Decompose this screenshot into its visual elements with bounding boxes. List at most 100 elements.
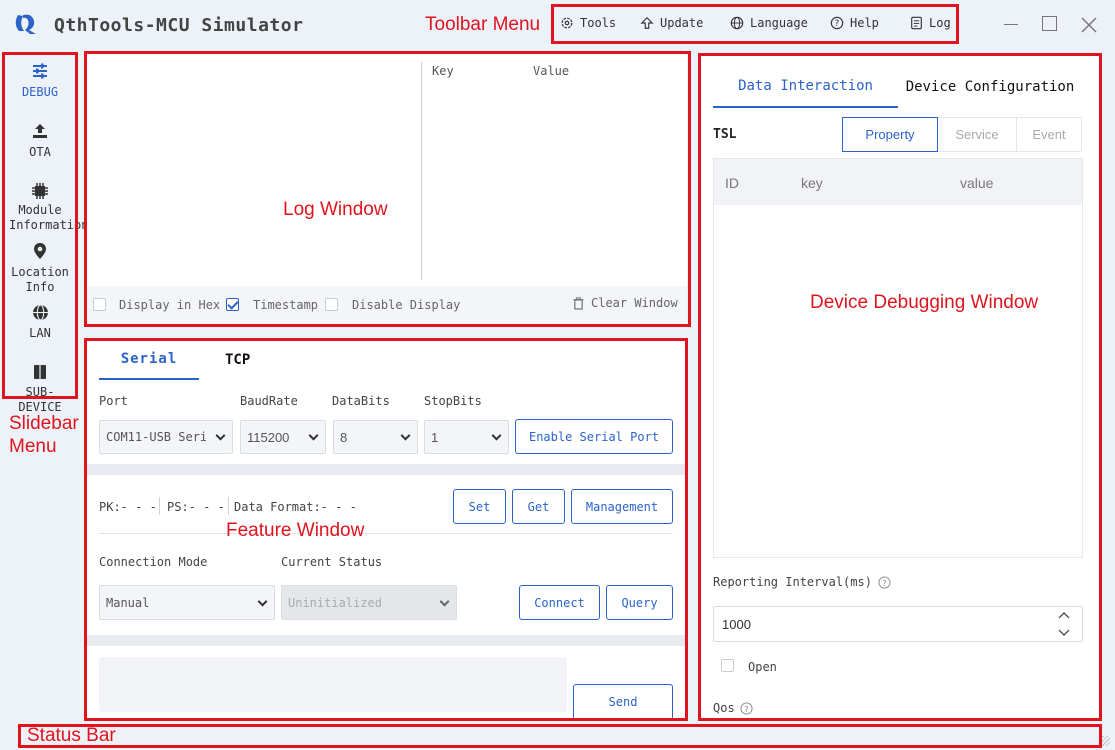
log-output[interactable] [87, 54, 421, 280]
connection-section: PK:- - - PS:- - - Data Format:- - - Set … [87, 475, 685, 635]
toolbar-language[interactable]: Language [730, 16, 808, 30]
log-window: Key Value Display in Hex Timestamp Disab… [87, 54, 687, 324]
port-label: Port [99, 394, 128, 408]
help-circle-icon: ? [878, 575, 891, 589]
sidebar-item-sub-device[interactable]: SUB-DEVICE [4, 364, 76, 415]
globe-icon [730, 16, 744, 30]
display-hex-label: Display in Hex [119, 298, 221, 312]
pk-value: PK:- - - [99, 500, 157, 514]
device-debugging-window: Data Interaction Device Configuration TS… [700, 54, 1100, 719]
tsl-table: ID key value [713, 158, 1083, 558]
stepper-down-icon[interactable] [1057, 627, 1071, 637]
stepper-up-icon[interactable] [1057, 611, 1071, 621]
databits-label: DataBits [332, 394, 390, 408]
minimize-icon [1004, 24, 1018, 25]
col-id: ID [725, 175, 739, 191]
tab-data-interaction[interactable]: Data Interaction [713, 66, 898, 108]
databits-select[interactable]: 8 [333, 420, 418, 454]
connection-mode-label: Connection Mode [99, 555, 208, 569]
chevron-down-icon [400, 430, 411, 441]
connect-button[interactable]: Connect [519, 585, 600, 620]
tab-serial[interactable]: Serial [99, 340, 199, 380]
sidebar-item-label: SUB-DEVICE [18, 385, 62, 414]
reporting-interval-label: Reporting Interval(ms) ? [713, 575, 891, 589]
status-bar [20, 726, 1100, 748]
timestamp-checkbox[interactable] [226, 298, 239, 311]
gear-icon [561, 17, 573, 29]
management-button[interactable]: Management [571, 489, 673, 524]
reporting-interval-input[interactable]: 1000 [713, 606, 1083, 642]
sidebar-item-label: OTA [29, 145, 51, 159]
sidebar-item-lan[interactable]: LAN [4, 304, 76, 341]
disable-display-label: Disable Display [352, 298, 461, 312]
open-label: Open [748, 660, 777, 674]
minimize-button[interactable] [1000, 14, 1024, 34]
open-checkbox[interactable] [721, 659, 734, 672]
tsl-label: TSL [713, 127, 737, 142]
chevron-down-icon [491, 430, 502, 441]
close-button[interactable] [1078, 14, 1100, 36]
data-format-value: Data Format:- - - [234, 500, 357, 514]
baudrate-select[interactable]: 115200 [240, 420, 326, 454]
chevron-down-icon [308, 430, 319, 441]
clear-window-button[interactable]: Clear Window [573, 296, 678, 310]
toolbar-log[interactable]: Log [910, 16, 951, 30]
tab-device-configuration[interactable]: Device Configuration [898, 66, 1082, 108]
divider [159, 497, 160, 515]
chevron-down-icon [257, 596, 268, 607]
query-button[interactable]: Query [606, 585, 673, 620]
divider [99, 533, 673, 534]
upload-icon [33, 124, 47, 138]
tab-tcp[interactable]: TCP [225, 340, 275, 380]
timestamp-label: Timestamp [253, 298, 319, 312]
send-section: Send [87, 646, 685, 720]
table-header: ID key value [714, 159, 1082, 205]
annotation-toolbar-menu: Toolbar Menu [425, 14, 541, 35]
annotation-slidebar-menu: Slidebar Menu [9, 413, 79, 457]
feature-window: Serial TCP Port BaudRate DataBits StopBi… [87, 340, 685, 720]
sidebar-item-label: DEBUG [21, 85, 59, 99]
document-icon [911, 16, 922, 30]
port-select[interactable]: COM11-USB Serial [99, 420, 233, 454]
tab-property[interactable]: Property [842, 117, 938, 152]
send-input[interactable] [99, 657, 567, 712]
annotation-status-bar: Status Bar [27, 725, 116, 746]
send-button[interactable]: Send [573, 684, 673, 720]
location-pin-icon [34, 243, 46, 259]
help-circle-icon: ? [740, 701, 753, 715]
ps-value: PS:- - - [167, 500, 225, 514]
annotation-feature-window: Feature Window [226, 520, 365, 541]
book-icon [34, 365, 46, 379]
display-hex-checkbox[interactable] [93, 298, 106, 311]
log-col-key: Key [432, 64, 454, 78]
get-button[interactable]: Get [512, 489, 565, 524]
toolbar-tools[interactable]: Tools [560, 16, 616, 30]
connection-mode-select[interactable]: Manual [99, 585, 275, 620]
arrow-up-icon [640, 16, 654, 29]
toolbar-update[interactable]: Update [640, 16, 703, 30]
tab-event[interactable]: Event [1017, 117, 1082, 152]
chip-icon [32, 183, 48, 199]
sidebar-item-module-information[interactable]: Module Information [4, 182, 88, 233]
set-button[interactable]: Set [453, 489, 506, 524]
annotation-device-debugging-window: Device Debugging Window [810, 292, 1039, 313]
disable-display-checkbox[interactable] [325, 298, 338, 311]
sidebar: DEBUG OTA Module Information Location In… [0, 52, 88, 414]
resize-grip-icon[interactable] [1100, 736, 1110, 746]
toolbar-help[interactable]: ? Help [830, 16, 879, 30]
current-status-select: Uninitialized [281, 585, 457, 620]
col-key: key [801, 175, 823, 191]
sidebar-item-ota[interactable]: OTA [4, 122, 76, 160]
sidebar-item-location-info[interactable]: Location Info [4, 242, 76, 295]
maximize-icon [1042, 16, 1057, 31]
sidebar-item-label: LAN [29, 326, 51, 340]
sliders-icon [33, 63, 47, 79]
sidebar-item-debug[interactable]: DEBUG [4, 62, 76, 100]
maximize-button[interactable] [1040, 14, 1062, 36]
enable-serial-port-button[interactable]: Enable Serial Port [515, 419, 673, 454]
qos-label: Qos ? [713, 701, 753, 715]
col-value: value [960, 175, 994, 191]
tab-service[interactable]: Service [938, 117, 1017, 152]
stopbits-label: StopBits [424, 394, 482, 408]
stopbits-select[interactable]: 1 [424, 420, 509, 454]
